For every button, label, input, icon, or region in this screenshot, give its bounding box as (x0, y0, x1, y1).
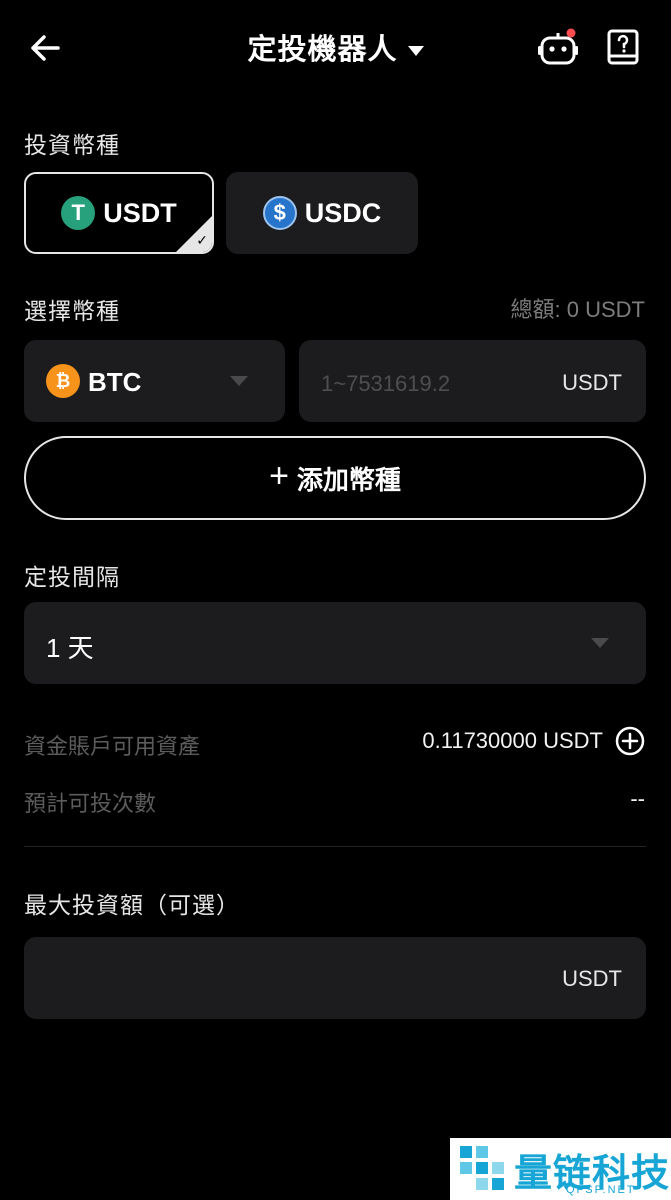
top-bar: 定投機器人 (0, 0, 671, 96)
robot-icon[interactable] (538, 28, 580, 66)
dropdown-caret-icon (407, 45, 424, 56)
notification-dot-icon (566, 28, 576, 38)
guide-book-icon[interactable] (605, 28, 641, 66)
investment-currency-label: 投資幣種 (24, 132, 120, 158)
currency-option-usdc[interactable]: $ USDC (226, 172, 418, 254)
amount-placeholder: 1~7531619.2 (321, 371, 451, 396)
btc-icon: ₿ (46, 364, 80, 398)
interval-label: 定投間隔 (24, 564, 120, 590)
add-currency-label: 添加幣種 (296, 464, 401, 495)
add-currency-button[interactable]: + 添加幣種 (24, 436, 646, 520)
available-assets-value: 0.11730000 USDT (422, 728, 603, 753)
currency-option-label: USDT (103, 197, 177, 228)
estimated-count-value: -- (630, 786, 645, 811)
amount-field[interactable]: 1~7531619.2 USDT (299, 340, 646, 422)
coin-name: BTC (88, 367, 142, 397)
chevron-down-icon (230, 376, 248, 386)
select-currency-label: 選擇幣種 (24, 298, 120, 324)
watermark-subtext: QFSP.NET (566, 1184, 636, 1196)
available-assets-label: 資金賬戶可用資產 (24, 734, 201, 759)
plus-icon: + (269, 456, 289, 495)
available-assets-row: 0.11730000 USDT (422, 726, 645, 756)
max-investment-unit: USDT (562, 966, 622, 991)
currency-option-label: USDC (304, 197, 382, 228)
add-funds-icon[interactable] (615, 726, 645, 756)
watermark-logo-icon (460, 1146, 504, 1190)
max-investment-label: 最大投資額（可選） (24, 892, 240, 918)
chevron-down-icon (591, 638, 609, 648)
max-investment-field[interactable]: USDT (24, 937, 646, 1019)
page-title: 定投機器人 (247, 34, 398, 66)
watermark: 量链科技 QFSP.NET (450, 1138, 671, 1200)
estimated-count-label: 預計可投次數 (24, 791, 157, 816)
interval-value: 1 天 (46, 633, 94, 663)
usdc-icon: $ (262, 196, 297, 230)
interval-selector[interactable]: 1 天 (24, 602, 646, 684)
usdt-icon: T (61, 196, 96, 230)
divider (24, 846, 646, 847)
currency-option-usdt[interactable]: T USDT ✓ (24, 172, 214, 254)
amount-unit: USDT (562, 370, 622, 395)
coin-selector[interactable]: ₿ BTC (24, 340, 285, 422)
total-amount: 總額: 0 USDT (510, 297, 645, 322)
checkmark-icon: ✓ (196, 232, 208, 248)
